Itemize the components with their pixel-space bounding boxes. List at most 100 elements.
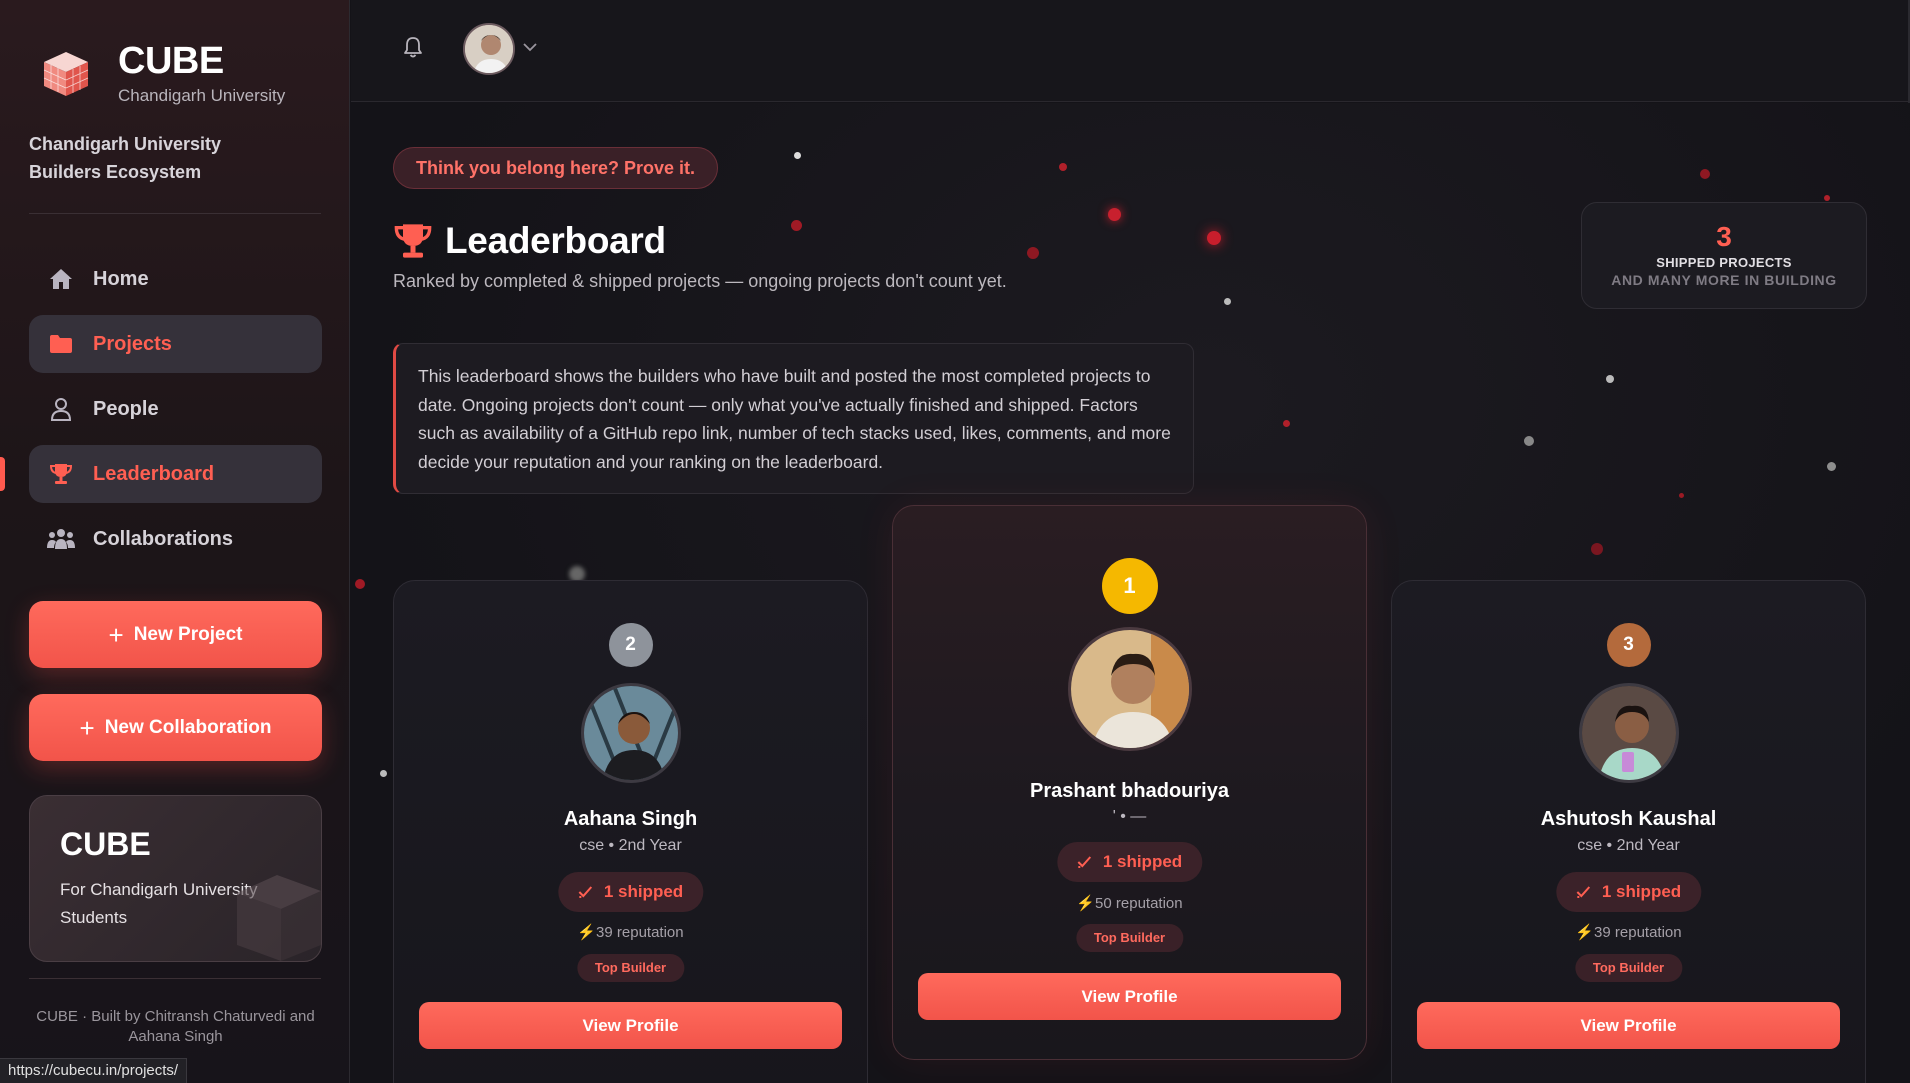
shipped-count: 1 shipped [1102,852,1183,871]
active-indicator [0,457,5,491]
particle [1591,543,1603,555]
particle [380,770,387,777]
check-icon [1077,856,1091,868]
brand-subtitle: Chandigarh University [118,86,286,105]
particle [794,152,801,159]
reputation-value: 50 reputation [1095,895,1183,912]
shipped-count: 1 shipped [603,882,684,901]
particle [1027,247,1039,259]
bell-icon[interactable] [403,36,423,58]
person-icon [47,395,75,423]
reputation: ⚡39 reputation [1392,923,1865,941]
leaderboard-card-rank-1: 1 Prashant bhadouriya ' • — 1 shipped ⚡5… [892,505,1367,1060]
particle [1108,208,1121,221]
shipped-pill: 1 shipped [1056,842,1203,882]
new-project-button[interactable]: + New Project [29,601,322,668]
home-icon [47,265,75,293]
cube-watermark-icon [237,875,321,961]
sidebar-item-projects[interactable]: Projects [29,315,322,373]
plus-icon: + [79,712,95,743]
cube-logo-icon [43,52,89,96]
avatar[interactable] [580,683,681,783]
view-profile-button[interactable]: View Profile [1417,1002,1840,1049]
bolt-icon: ⚡ [1076,895,1096,912]
challenge-tag: Think you belong here? Prove it. [393,147,719,189]
rank-badge: 1 [1101,558,1158,614]
shipped-pill: 1 shipped [557,872,704,912]
top-builder-badge: Top Builder [576,954,685,982]
particle [355,579,365,589]
page-subtitle: Ranked by completed & shipped projects —… [393,271,1007,291]
divider [29,978,321,979]
info-callout: This leaderboard shows the builders who … [393,343,1194,494]
particle [1224,298,1231,305]
view-profile-button[interactable]: View Profile [918,973,1341,1020]
particle [1606,375,1614,383]
particle [1207,231,1221,245]
builder-name: Ashutosh Kaushal [1540,808,1717,830]
sidebar-item-label: Home [93,267,149,290]
builder-meta: cse • 2nd Year [1577,837,1680,854]
builder-meta: cse • 2nd Year [579,837,682,854]
promo-title: CUBE [60,826,151,862]
divider [29,213,321,214]
view-profile-button[interactable]: View Profile [419,1002,842,1049]
trophy-icon [394,224,432,258]
particle [1827,462,1836,471]
sidebar-item-label: Collaborations [93,527,234,550]
shipped-count: 1 shipped [1601,882,1682,901]
stat-label: SHIPPED PROJECTS [1656,255,1792,270]
sidebar-item-collaborations[interactable]: Collaborations [29,510,322,568]
builder-name: Prashant bhadouriya [1030,780,1229,802]
user-avatar[interactable] [463,23,515,75]
brand-name: CUBE [118,40,224,82]
particle [1824,195,1830,201]
stat-caption: AND MANY MORE IN BUILDING [1611,272,1837,288]
check-icon [578,886,592,898]
sidebar-item-people[interactable]: People [29,380,322,438]
topbar [351,0,1910,102]
particle [1524,436,1534,446]
chevron-down-icon[interactable] [523,42,537,52]
avatar[interactable] [1578,683,1679,783]
ecosystem-label: Chandigarh University Builders Ecosystem [29,134,222,182]
status-bar-url: https://cubecu.in/projects/ [0,1058,188,1083]
leaderboard-card-rank-2: 2 Aahana Singh cse • 2nd Year 1 shipped … [393,580,868,1083]
check-icon [1576,886,1590,898]
reputation: ⚡50 reputation [893,894,1366,912]
avatar[interactable] [1067,627,1192,751]
group-icon [47,525,75,553]
builder-name: Aahana Singh [563,808,698,830]
sidebar-nav: Home Projects People Leaderboard Collabo… [0,250,322,575]
brand[interactable]: CUBE Chandigarh University [40,42,285,106]
particle [1059,163,1067,171]
top-builder-badge: Top Builder [1574,954,1683,982]
sidebar-item-label: Leaderboard [93,462,215,485]
particle [1700,169,1710,179]
bolt-icon: ⚡ [1575,924,1595,941]
shipped-pill: 1 shipped [1555,872,1702,912]
top-builder-badge: Top Builder [1075,924,1184,952]
new-project-label: New Project [133,623,243,645]
sidebar-item-label: Projects [93,332,172,355]
sidebar-item-leaderboard[interactable]: Leaderboard [0,445,322,503]
builder-meta: ' • — [1112,808,1147,825]
bolt-icon: ⚡ [577,924,597,941]
stats-card: 3 SHIPPED PROJECTS AND MANY MORE IN BUIL… [1581,202,1867,309]
reputation-value: 39 reputation [596,924,684,941]
promo-card: CUBE For Chandigarh University Students [29,795,322,962]
page-title: Leaderboard [393,220,666,262]
particle [791,220,802,231]
page-title-text: Leaderboard [445,220,666,261]
new-collaboration-button[interactable]: + New Collaboration [29,694,322,761]
leaderboard-card-rank-3: 3 Ashutosh Kaushal cse • 2nd Year 1 ship… [1391,580,1866,1083]
sidebar-item-home[interactable]: Home [29,250,322,308]
reputation-value: 39 reputation [1594,924,1682,941]
rank-badge: 2 [608,623,653,667]
sidebar-item-label: People [93,397,159,420]
plus-icon: + [108,619,124,650]
sidebar-footer: CUBE · Built by Chitransh Chaturvedi and… [36,1008,315,1045]
reputation: ⚡39 reputation [394,923,867,941]
particle [1679,493,1684,498]
sidebar: CUBE Chandigarh University Chandigarh Un… [0,0,350,1083]
